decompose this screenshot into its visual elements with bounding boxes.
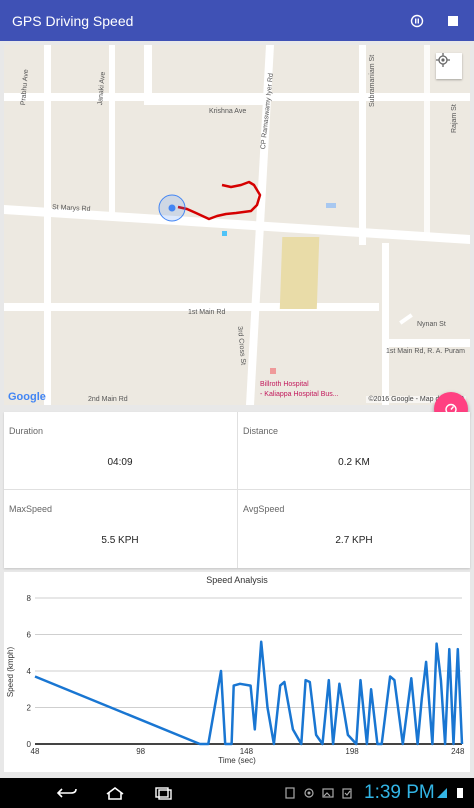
my-location-button[interactable] [436, 53, 462, 79]
chart-xtick-label: 48 [31, 747, 40, 756]
chart-xtick-label: 148 [240, 747, 254, 756]
chart-xtick-label: 98 [136, 747, 145, 756]
google-logo: Google [8, 391, 46, 403]
stat-avgspeed: AvgSpeed 2.7 KPH [238, 490, 470, 567]
chart-xtick-label: 248 [451, 747, 465, 756]
stop-button[interactable] [438, 6, 468, 36]
stat-maxspeed-value: 5.5 KPH [101, 535, 139, 546]
stat-duration-label: Duration [9, 426, 44, 436]
road-label-krishna: Krishna Ave [209, 108, 247, 115]
map-view[interactable]: Prabhu Ave Janaki Ave Krishna Ave CP Ram… [4, 45, 470, 405]
road-label-1st-main: 1st Main Rd [188, 309, 226, 316]
stat-avgspeed-value: 2.7 KPH [335, 535, 373, 546]
speed-chart: Speed Analysis Time (sec) Speed (kmph) 0… [6, 575, 465, 765]
notification-icon [285, 787, 295, 799]
crosshair-icon [436, 53, 450, 67]
chart-series-line [34, 640, 464, 746]
stat-distance-value: 0.2 KM [338, 457, 370, 468]
app-bar: GPS Driving Speed [0, 0, 474, 41]
road-label-nynan: Nynan St [417, 321, 446, 328]
recents-icon [155, 787, 172, 800]
road-label-rajam: Rajam St [451, 104, 458, 133]
stat-maxspeed: MaxSpeed 5.5 KPH [4, 490, 236, 567]
chart-ytick-label: 2 [27, 704, 32, 713]
chart-xtick-label: 198 [345, 747, 359, 756]
stats-vertical-divider [237, 412, 238, 568]
stat-distance: Distance 0.2 KM [238, 412, 470, 489]
road-label-subramaniam: Subramaniam St [369, 54, 376, 107]
home-button[interactable] [104, 784, 126, 802]
road-label-1st-main-ra-puram: 1st Main Rd, R. A. Puram [386, 348, 465, 355]
pause-icon [410, 14, 424, 27]
chart-ytick-label: 6 [27, 631, 32, 640]
chart-xlabel: Time (sec) [218, 756, 256, 765]
poi-billroth: Billroth Hospital [260, 381, 309, 388]
pause-button[interactable] [402, 6, 432, 36]
back-arrow-icon [56, 788, 77, 798]
status-clock: 1:39 PM [364, 782, 435, 803]
poi-kaliappa: - Kaliappa Hospital Bus... [260, 391, 339, 398]
stat-avgspeed-label: AvgSpeed [243, 504, 285, 514]
app-title: GPS Driving Speed [12, 12, 134, 29]
chart-ylabel: Speed (kmph) [6, 647, 15, 698]
stop-icon [448, 15, 458, 26]
stat-maxspeed-label: MaxSpeed [9, 504, 53, 514]
speed-chart-card: Speed Analysis Time (sec) Speed (kmph) 0… [4, 572, 470, 772]
stats-horizontal-divider [4, 489, 470, 490]
signal-icon [437, 788, 447, 798]
stat-duration: Duration 04:09 [4, 412, 236, 489]
battery-icon [457, 788, 463, 798]
stat-duration-value: 04:09 [107, 457, 133, 468]
image-icon [322, 788, 334, 798]
recents-button[interactable] [152, 784, 174, 802]
system-nav-bar: 1:39 PM [0, 778, 474, 808]
chart-ytick-label: 8 [27, 594, 32, 603]
chart-title: Speed Analysis [206, 575, 268, 585]
home-icon [106, 787, 124, 800]
chart-ytick-label: 4 [27, 667, 32, 676]
back-button[interactable] [56, 784, 78, 802]
stats-card: Duration 04:09 Distance 0.2 KM MaxSpeed … [4, 412, 470, 568]
gps-icon [304, 788, 314, 798]
clipboard-icon [342, 788, 352, 799]
road-label-2nd-main: 2nd Main Rd [88, 396, 128, 403]
stat-distance-label: Distance [243, 426, 279, 436]
